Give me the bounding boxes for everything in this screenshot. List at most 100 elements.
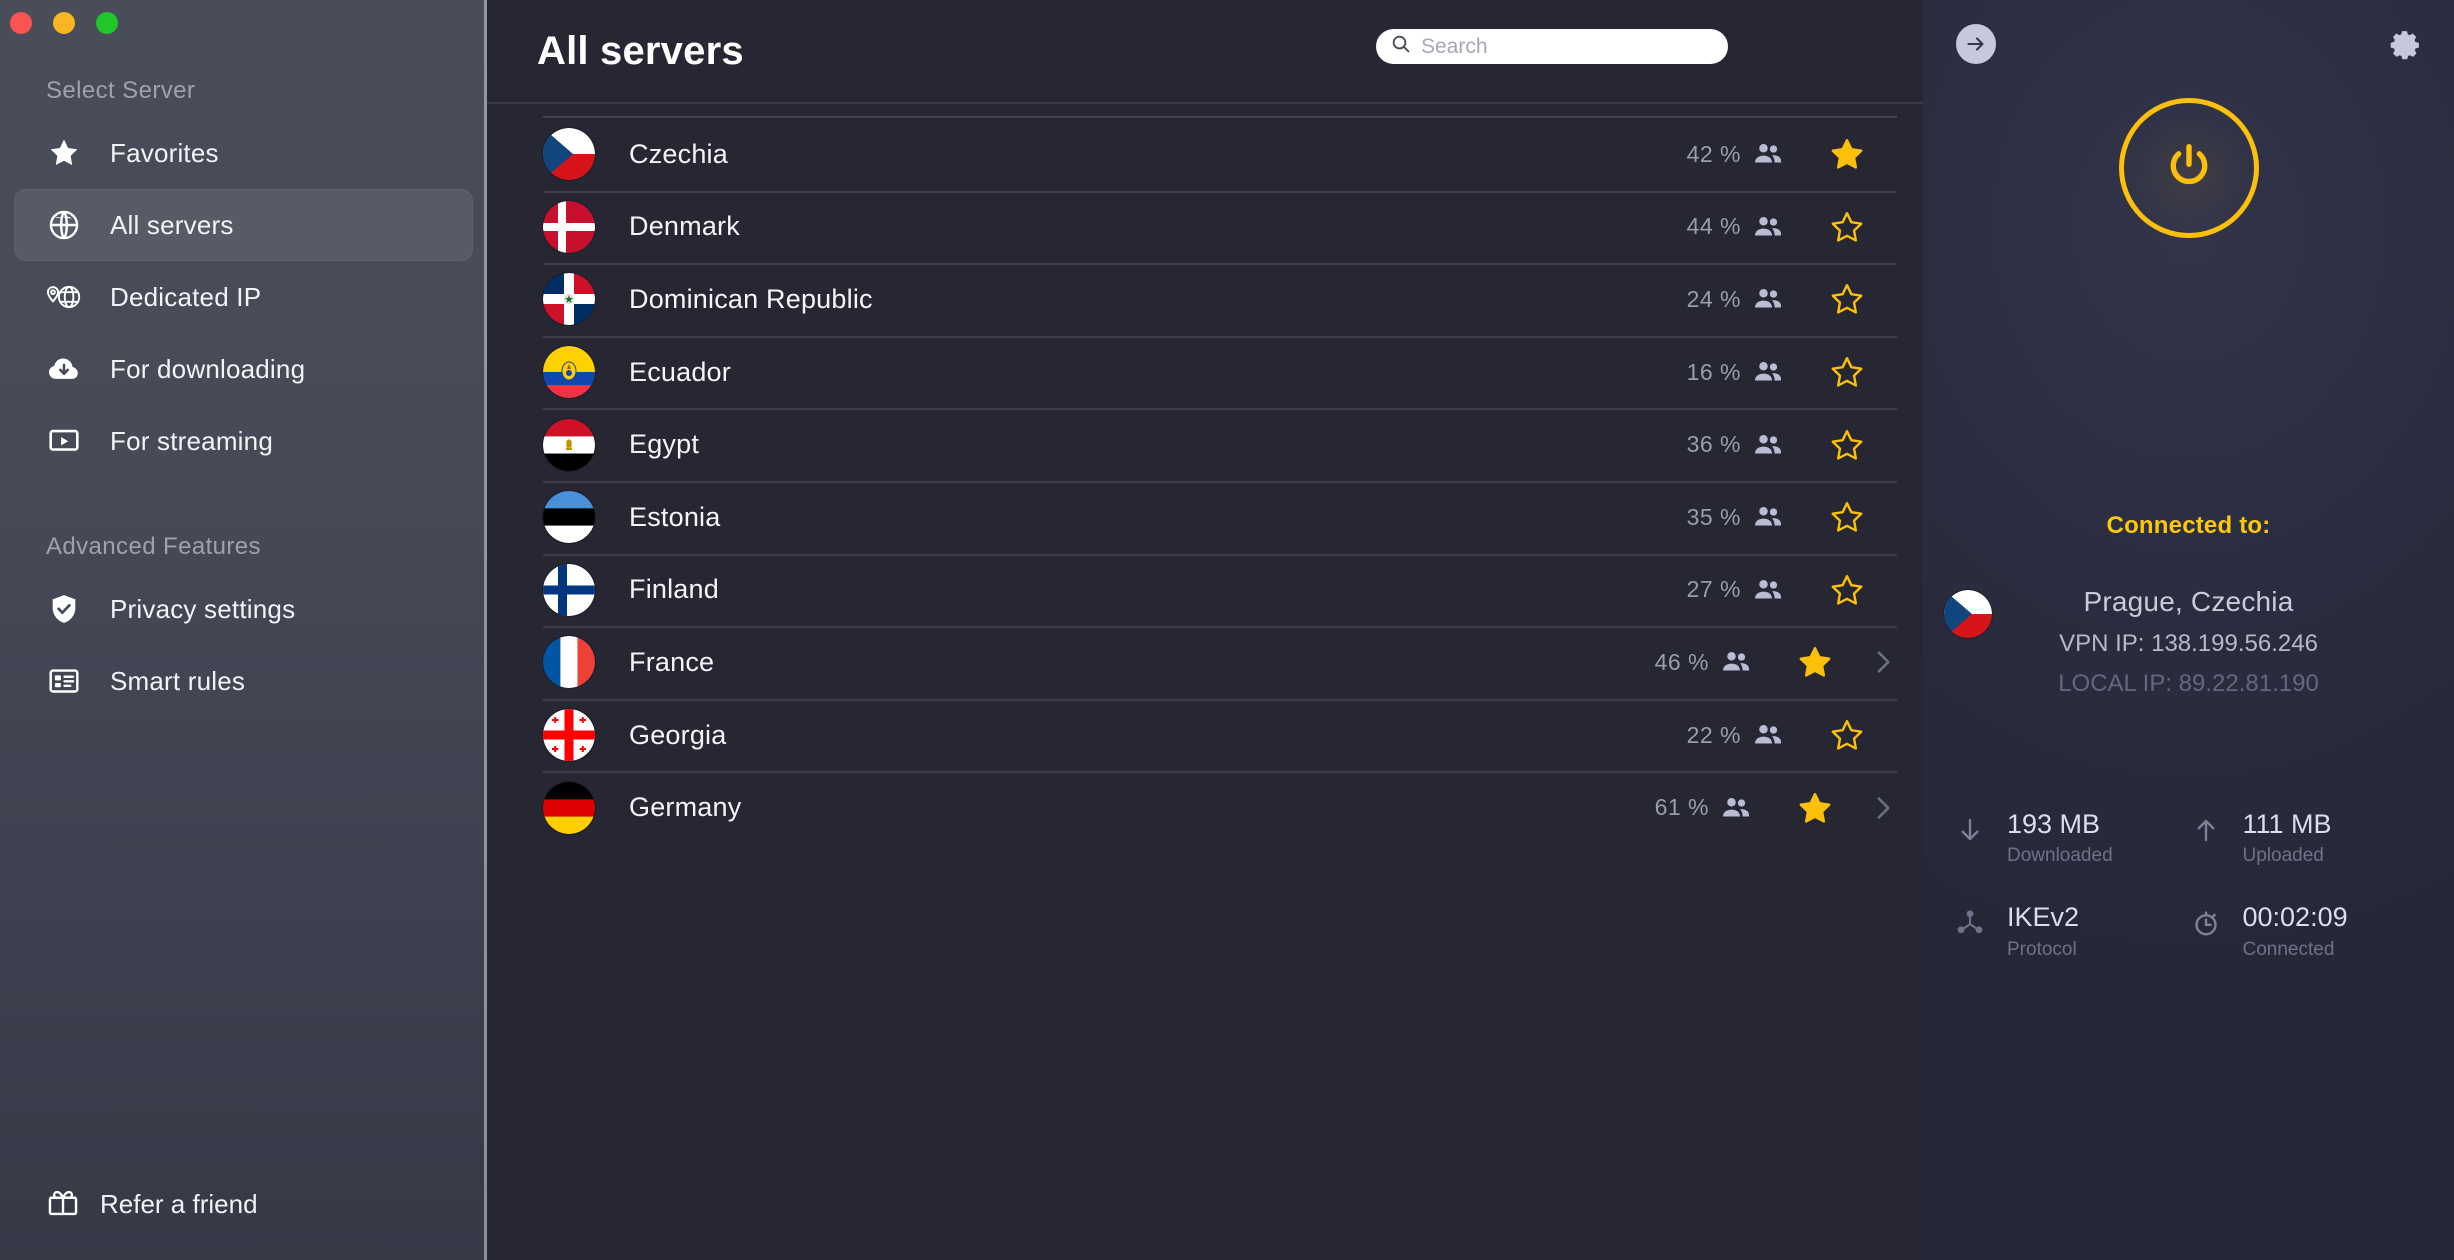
- table-row[interactable]: Germany 61 %: [511, 771, 1897, 844]
- search-box[interactable]: [1376, 29, 1728, 64]
- flag-ecuador: [543, 346, 595, 399]
- server-load: 16 %: [1686, 358, 1741, 385]
- refer-a-friend-button[interactable]: Refer a friend: [46, 1185, 258, 1224]
- row-meta: 24 %: [1687, 281, 1897, 317]
- favorite-star-icon[interactable]: [1829, 499, 1865, 535]
- close-window-button[interactable]: [10, 12, 32, 34]
- stat-protocol: IKEv2 Protocol: [1953, 903, 2189, 960]
- sidebar: Select Server Favorites All servers Dedi…: [0, 0, 487, 1260]
- stat-caption: Uploaded: [2242, 845, 2324, 867]
- sidebar-item-label: All servers: [110, 209, 234, 240]
- flag-finland: [543, 563, 595, 616]
- country-name: Finland: [629, 574, 719, 605]
- minimize-window-button[interactable]: [53, 12, 75, 34]
- connection-panel: Connected to: Prague, Czechia VPN IP: 13…: [1923, 0, 2454, 1260]
- favorite-star-icon[interactable]: [1829, 572, 1865, 608]
- users-icon: [1753, 720, 1783, 750]
- arrow-down-icon: [1953, 810, 1987, 850]
- country-name: Germany: [629, 792, 742, 823]
- server-load: 46 %: [1654, 648, 1709, 675]
- local-ip-value: LOCAL IP: 89.22.81.190: [2058, 670, 2319, 697]
- sidebar-item-for-downloading[interactable]: For downloading: [14, 333, 473, 405]
- stat-uploaded: 111 MB Uploaded: [2189, 810, 2425, 867]
- table-row[interactable]: Estonia 35 %: [511, 480, 1897, 554]
- main-header: All servers: [487, 0, 1923, 104]
- cloud-download-icon: [44, 349, 84, 389]
- favorite-star-icon[interactable]: [1829, 717, 1865, 753]
- server-load: 22 %: [1686, 721, 1741, 748]
- server-load: 27 %: [1686, 576, 1741, 603]
- table-row[interactable]: Dominican Republic 24 %: [511, 263, 1897, 336]
- vpn-app-window: Select Server Favorites All servers Dedi…: [0, 0, 2454, 1260]
- server-load: 36 %: [1686, 431, 1741, 458]
- chevron-right-icon[interactable]: [1867, 647, 1897, 677]
- stat-downloaded: 193 MB Downloaded: [1953, 810, 2189, 867]
- maximize-window-button[interactable]: [96, 12, 118, 34]
- stat-value: 193 MB: [2007, 809, 2101, 839]
- sidebar-item-for-streaming[interactable]: For streaming: [14, 405, 473, 477]
- favorite-star-icon[interactable]: [1829, 427, 1865, 463]
- country-name: Czechia: [629, 138, 728, 169]
- country-name: France: [629, 646, 715, 677]
- list-rules-icon: [44, 661, 84, 701]
- connection-texts: Prague, Czechia VPN IP: 138.199.56.246 L…: [1923, 586, 2454, 698]
- vpn-ip-value: VPN IP: 138.199.56.246: [2059, 630, 2318, 657]
- stat-caption: Protocol: [2007, 938, 2077, 960]
- row-meta: 35 %: [1687, 499, 1897, 535]
- table-row[interactable]: France 46 %: [511, 626, 1897, 699]
- window-traffic-lights: [10, 12, 118, 34]
- table-row[interactable]: Denmark 44 %: [511, 190, 1897, 264]
- sidebar-section-select-server: Select Server: [46, 77, 196, 104]
- sidebar-nav-advanced: Privacy settings Smart rules: [0, 573, 487, 717]
- users-icon: [1721, 793, 1751, 823]
- sidebar-item-label: For streaming: [110, 425, 273, 456]
- power-button-wrap: [1923, 98, 2454, 238]
- page-title: All servers: [537, 28, 744, 73]
- row-meta: 61 %: [1655, 790, 1897, 826]
- gear-icon[interactable]: [2384, 22, 2428, 66]
- favorite-star-icon[interactable]: [1829, 354, 1865, 390]
- sidebar-nav-primary: Favorites All servers Dedicated IP For d…: [0, 117, 487, 477]
- country-name: Dominican Republic: [629, 283, 873, 314]
- power-icon: [2162, 139, 2216, 198]
- sidebar-item-all-servers[interactable]: All servers: [14, 189, 473, 261]
- power-toggle-button[interactable]: [2118, 98, 2259, 238]
- table-row[interactable]: Ecuador 16 %: [511, 335, 1897, 409]
- flag-estonia: [543, 491, 595, 544]
- sidebar-item-smart-rules[interactable]: Smart rules: [14, 645, 473, 717]
- server-list[interactable]: Czechia 42 % Denmark 44 % Dominican Repu…: [487, 104, 1923, 1260]
- table-row[interactable]: Finland 27 %: [511, 553, 1897, 627]
- stat-value: IKEv2: [2007, 902, 2080, 933]
- row-meta: 22 %: [1687, 717, 1897, 753]
- gift-icon: [46, 1185, 80, 1224]
- flag-czechia-connected: [1944, 590, 1992, 638]
- table-row[interactable]: Czechia 42 %: [511, 118, 1897, 191]
- server-load: 24 %: [1686, 285, 1741, 312]
- favorite-star-icon[interactable]: [1829, 209, 1865, 245]
- favorite-star-icon[interactable]: [1797, 790, 1833, 826]
- sidebar-item-favorites[interactable]: Favorites: [14, 117, 473, 189]
- stat-value: 00:02:09: [2242, 902, 2348, 933]
- row-meta: 42 %: [1687, 136, 1897, 172]
- search-input[interactable]: [1421, 34, 1714, 59]
- table-row[interactable]: Georgia 22 %: [511, 698, 1897, 772]
- users-icon: [1753, 575, 1783, 605]
- server-load: 44 %: [1686, 213, 1741, 240]
- users-icon: [1753, 357, 1783, 387]
- protocol-node-icon: [1953, 903, 1987, 943]
- favorite-star-icon[interactable]: [1797, 644, 1833, 680]
- favorite-star-icon[interactable]: [1829, 136, 1865, 172]
- arrow-right-icon[interactable]: [1956, 24, 1996, 64]
- refer-a-friend-label: Refer a friend: [100, 1189, 258, 1219]
- stat-connected-time: 00:02:09 Connected: [2189, 903, 2425, 960]
- sidebar-item-label: Dedicated IP: [110, 281, 262, 312]
- sidebar-item-dedicated-ip[interactable]: Dedicated IP: [14, 261, 473, 333]
- users-icon: [1753, 139, 1783, 169]
- stat-caption: Connected: [2242, 938, 2335, 960]
- chevron-right-icon[interactable]: [1867, 793, 1897, 823]
- sidebar-item-privacy-settings[interactable]: Privacy settings: [14, 573, 473, 645]
- flag-germany: [543, 781, 595, 834]
- country-name: Denmark: [629, 211, 740, 242]
- favorite-star-icon[interactable]: [1829, 281, 1865, 317]
- table-row[interactable]: Egypt 36 %: [511, 408, 1897, 481]
